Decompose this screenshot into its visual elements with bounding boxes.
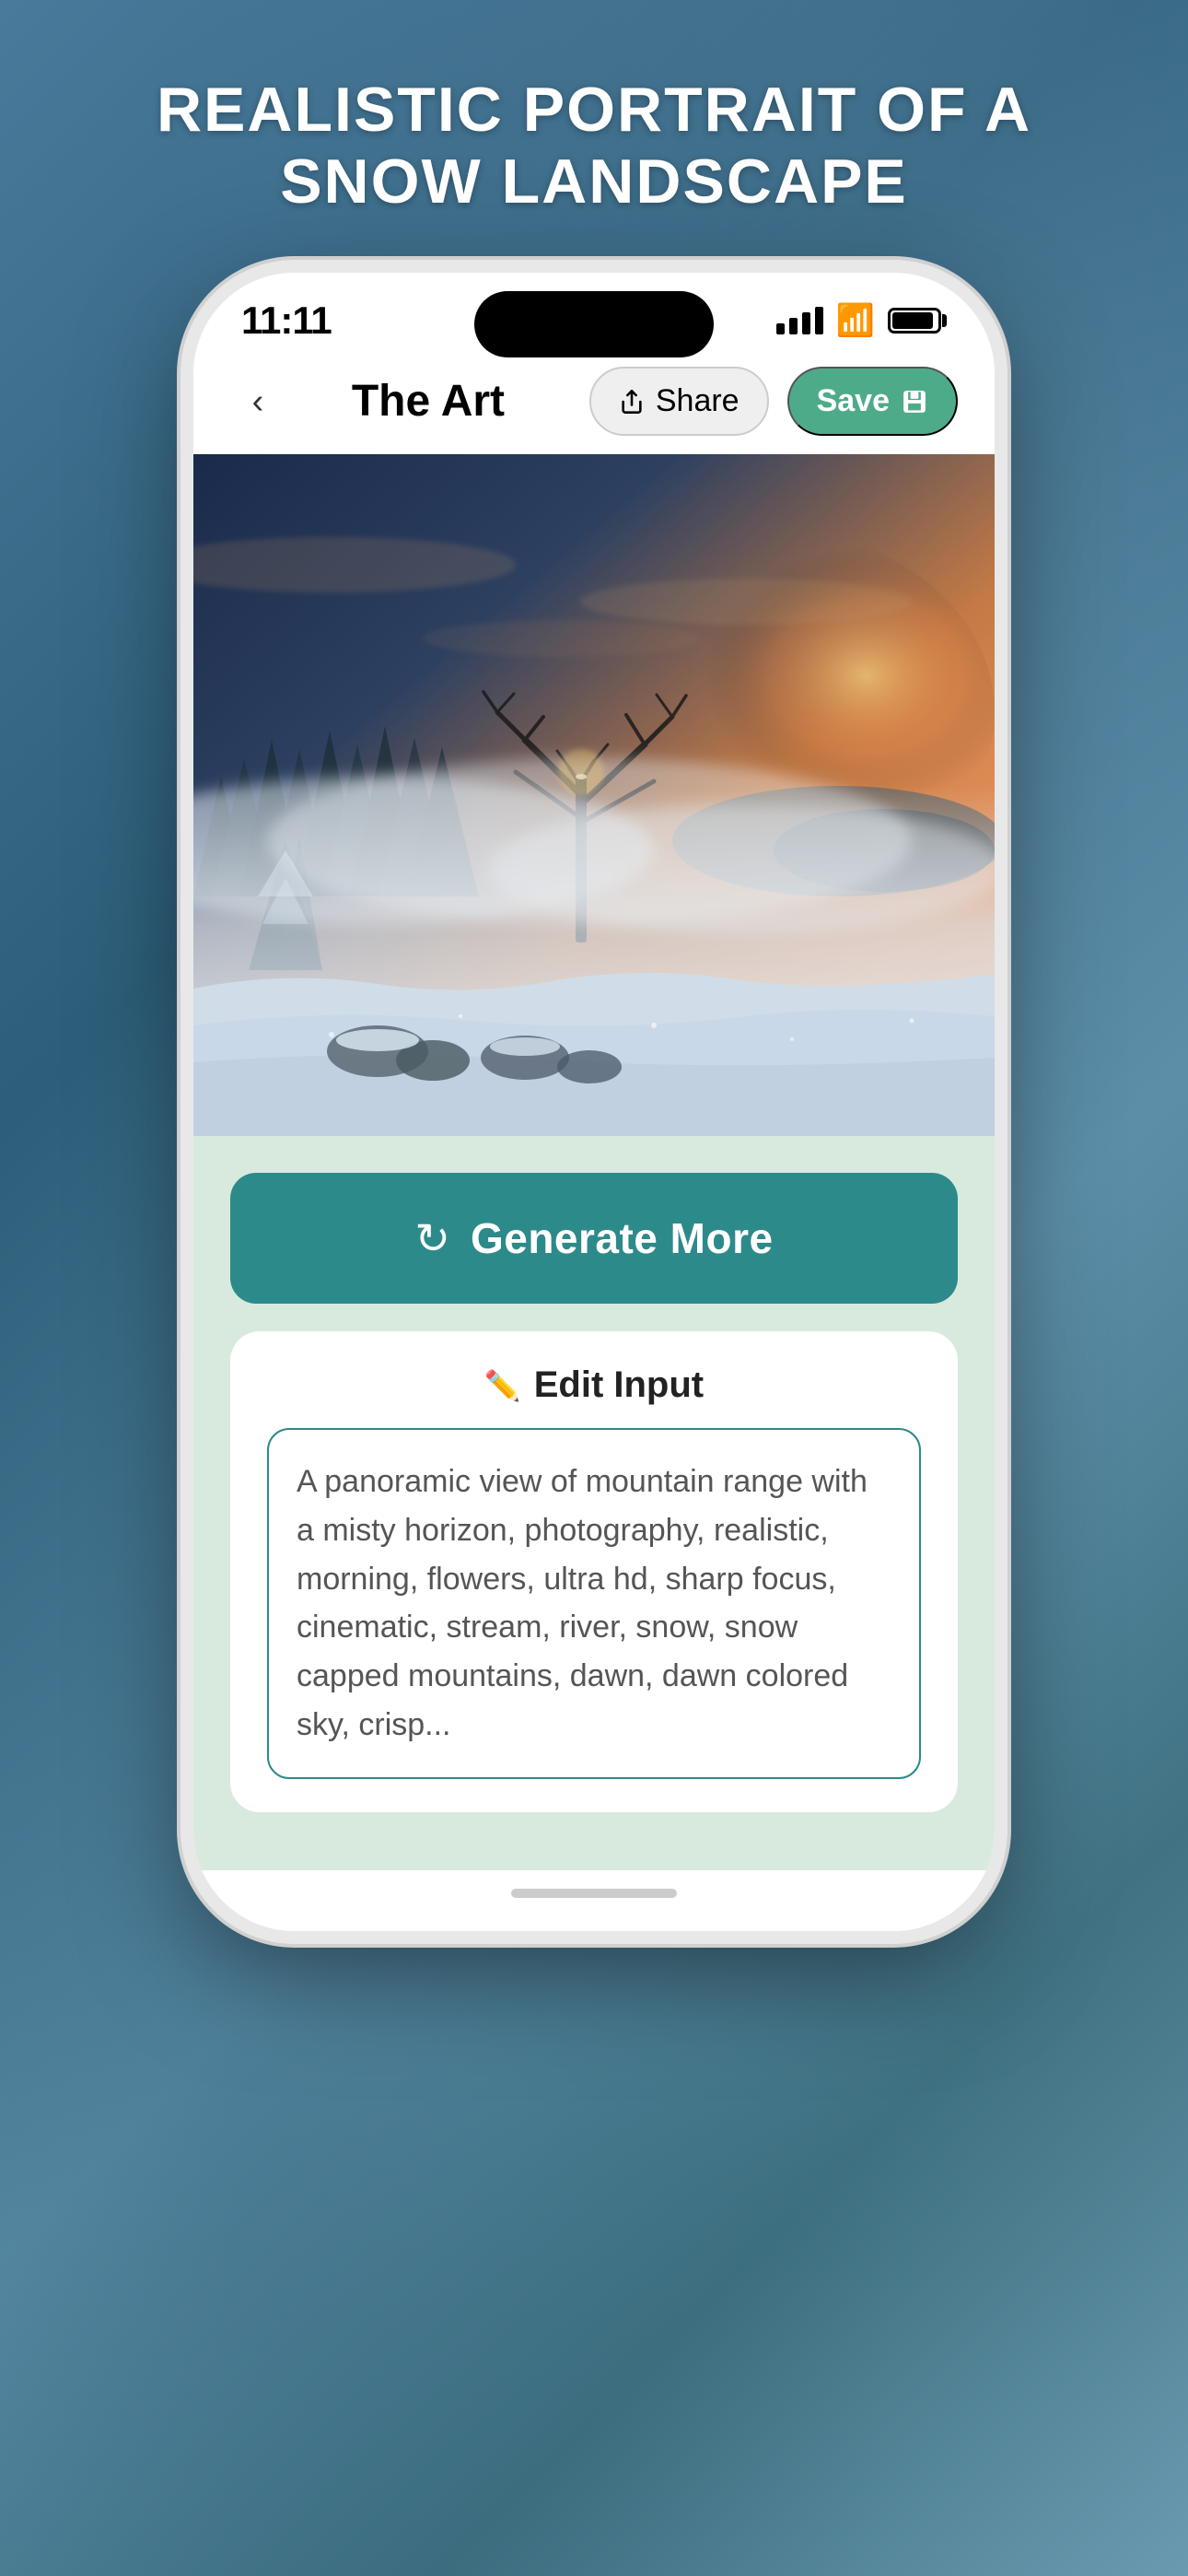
share-icon bbox=[619, 389, 645, 415]
save-label: Save bbox=[817, 383, 890, 419]
generate-more-button[interactable]: ↻ Generate More bbox=[230, 1173, 958, 1304]
home-bar bbox=[511, 1889, 677, 1898]
generate-label: Generate More bbox=[471, 1213, 774, 1263]
edit-input-header: ✏️ Edit Input bbox=[267, 1364, 921, 1406]
art-image bbox=[193, 454, 995, 1136]
back-chevron-icon: ‹ bbox=[252, 384, 264, 419]
home-indicator bbox=[193, 1870, 995, 1931]
edit-input-card: ✏️ Edit Input A panoramic view of mounta… bbox=[230, 1331, 958, 1811]
status-bar: 11:11 📶 bbox=[193, 273, 995, 352]
phone-frame: 11:11 📶 ‹ The Art bbox=[193, 273, 995, 1931]
save-button[interactable]: Save bbox=[787, 367, 958, 436]
content-area: ↻ Generate More ✏️ Edit Input A panorami… bbox=[193, 1136, 995, 1870]
pencil-icon: ✏️ bbox=[484, 1368, 521, 1403]
signal-icon bbox=[776, 307, 823, 334]
page-title: REALISTIC PORTRAIT OF A SNOW LANDSCAPE bbox=[0, 0, 1188, 273]
nav-bar: ‹ The Art Share Save bbox=[193, 352, 995, 454]
wifi-icon: 📶 bbox=[836, 305, 875, 336]
dynamic-island bbox=[474, 291, 714, 357]
share-label: Share bbox=[656, 383, 740, 419]
save-icon bbox=[901, 388, 928, 416]
battery-icon bbox=[888, 308, 947, 334]
prompt-text-input[interactable]: A panoramic view of mountain range with … bbox=[267, 1428, 921, 1778]
share-button[interactable]: Share bbox=[589, 367, 769, 436]
back-button[interactable]: ‹ bbox=[230, 374, 285, 429]
refresh-icon: ↻ bbox=[414, 1217, 450, 1259]
edit-input-title: Edit Input bbox=[534, 1364, 704, 1406]
nav-title: The Art bbox=[304, 376, 553, 427]
status-icons: 📶 bbox=[776, 305, 947, 336]
status-time: 11:11 bbox=[241, 299, 332, 343]
